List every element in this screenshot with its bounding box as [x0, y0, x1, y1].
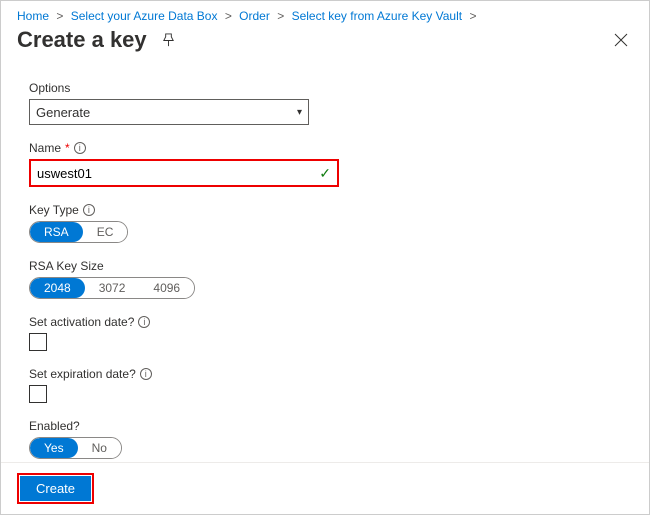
title-row: Create a key [1, 27, 649, 61]
pin-icon[interactable] [157, 28, 181, 52]
chevron-right-icon: > [225, 9, 232, 23]
create-button[interactable]: Create [20, 476, 91, 501]
name-input[interactable] [37, 166, 297, 181]
breadcrumb-databox[interactable]: Select your Azure Data Box [71, 9, 218, 23]
enabled-toggle: Yes No [29, 437, 122, 459]
expiration-label: Set expiration date? [29, 367, 136, 381]
options-value: Generate [36, 105, 90, 120]
rsa-size-3072[interactable]: 3072 [85, 278, 140, 298]
key-type-toggle: RSA EC [29, 221, 128, 243]
options-select[interactable]: Generate ▾ [29, 99, 309, 125]
info-icon[interactable]: i [74, 142, 86, 154]
chevron-right-icon: > [469, 9, 476, 23]
expiration-checkbox[interactable] [29, 385, 47, 403]
close-icon[interactable] [609, 28, 633, 52]
breadcrumb-home[interactable]: Home [17, 9, 49, 23]
breadcrumb: Home > Select your Azure Data Box > Orde… [1, 1, 649, 27]
enabled-label: Enabled? [29, 419, 80, 433]
info-icon[interactable]: i [83, 204, 95, 216]
name-label: Name [29, 141, 61, 155]
key-type-ec[interactable]: EC [83, 222, 128, 242]
required-asterisk: * [65, 141, 70, 155]
breadcrumb-order[interactable]: Order [239, 9, 270, 23]
activation-label: Set activation date? [29, 315, 134, 329]
rsa-size-label: RSA Key Size [29, 259, 104, 273]
name-input-wrap: ✓ [29, 159, 339, 187]
enabled-yes[interactable]: Yes [30, 438, 78, 458]
chevron-right-icon: > [56, 9, 63, 23]
checkmark-icon: ✓ [319, 165, 331, 182]
key-type-label: Key Type [29, 203, 79, 217]
activation-checkbox[interactable] [29, 333, 47, 351]
info-icon[interactable]: i [140, 368, 152, 380]
rsa-size-4096[interactable]: 4096 [139, 278, 194, 298]
options-label: Options [29, 81, 70, 95]
chevron-down-icon: ▾ [297, 107, 302, 118]
rsa-size-2048[interactable]: 2048 [30, 278, 85, 298]
breadcrumb-select-key[interactable]: Select key from Azure Key Vault [292, 9, 463, 23]
footer: Create [1, 462, 649, 514]
enabled-no[interactable]: No [78, 438, 121, 458]
rsa-size-toggle: 2048 3072 4096 [29, 277, 195, 299]
form-panel: Options Generate ▾ Name * i ✓ Key Type i… [1, 61, 649, 459]
key-type-rsa[interactable]: RSA [30, 222, 83, 242]
chevron-right-icon: > [277, 9, 284, 23]
info-icon[interactable]: i [138, 316, 150, 328]
page-title: Create a key [17, 27, 147, 53]
create-highlight: Create [17, 473, 94, 504]
